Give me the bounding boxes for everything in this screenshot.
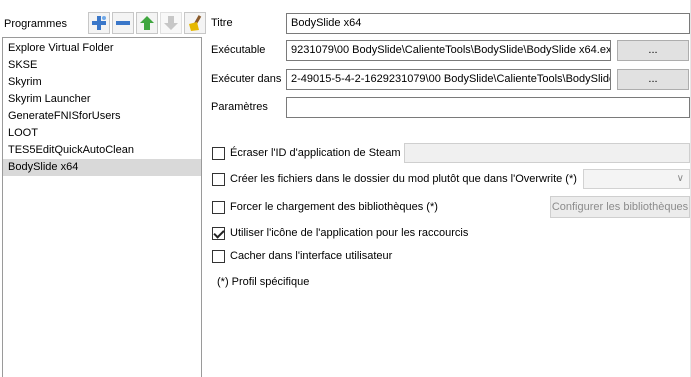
create-files-label: Créer les fichiers dans le dossier du mo… (230, 173, 577, 185)
use-icon-option[interactable]: Utiliser l'icône de l'application pour l… (212, 225, 468, 241)
move-up-icon (140, 16, 154, 30)
steam-id-checkbox[interactable] (212, 146, 225, 160)
list-item[interactable]: LOOT (3, 125, 201, 142)
configure-libraries-button[interactable]: Configurer les bibliothèques (550, 196, 690, 218)
list-item[interactable]: Skyrim (3, 74, 201, 91)
move-up-button[interactable] (136, 12, 158, 34)
list-item[interactable]: Skyrim Launcher (3, 91, 201, 108)
start-in-browse-button[interactable]: ... (617, 69, 689, 90)
use-icon-label: Utiliser l'icône de l'application pour l… (230, 227, 469, 239)
add-icon (92, 16, 106, 30)
list-item[interactable]: Explore Virtual Folder (3, 40, 201, 57)
list-item[interactable]: SKSE (3, 57, 201, 74)
profile-footnote: (*) Profil spécifique (217, 276, 310, 288)
executable-field[interactable]: 9231079\00 BodySlide\CalienteTools\BodyS… (286, 40, 611, 61)
executable-label: Exécutable (211, 44, 266, 56)
force-libs-option[interactable]: Forcer le chargement des bibliothèques (… (212, 199, 438, 215)
force-libs-checkbox[interactable] (212, 200, 225, 214)
add-program-button[interactable] (88, 12, 110, 34)
list-item-selected[interactable]: BodySlide x64 (3, 159, 201, 176)
steam-id-option[interactable]: Écraser l'ID d'application de Steam (212, 145, 401, 161)
start-in-field[interactable]: 2-49015-5-4-2-1629231079\00 BodySlide\Ca… (286, 69, 611, 90)
title-label: Titre (211, 17, 233, 29)
start-in-label: Exécuter dans (211, 73, 282, 85)
arguments-label: Paramètres (211, 101, 268, 113)
steam-id-field[interactable] (404, 143, 690, 163)
chevron-down-icon: ∨ (676, 173, 684, 184)
title-field[interactable]: BodySlide x64 (286, 13, 690, 34)
list-item[interactable]: TES5EditQuickAutoClean (3, 142, 201, 159)
hide-ui-option[interactable]: Cacher dans l'interface utilisateur (212, 248, 392, 264)
use-icon-checkbox[interactable] (212, 226, 225, 240)
create-files-checkbox[interactable] (212, 172, 225, 186)
list-item[interactable]: GenerateFNISforUsers (3, 108, 201, 125)
remove-icon (116, 21, 130, 25)
programs-toolbar (88, 12, 206, 34)
hide-ui-label: Cacher dans l'interface utilisateur (230, 250, 393, 262)
programs-list[interactable]: Explore Virtual Folder SKSE Skyrim Skyri… (2, 37, 202, 377)
executable-browse-button[interactable]: ... (617, 40, 689, 61)
steam-id-label: Écraser l'ID d'application de Steam (230, 147, 401, 159)
move-down-icon (164, 16, 178, 30)
move-down-button[interactable] (160, 12, 182, 34)
broom-icon (189, 15, 202, 31)
clean-button[interactable] (184, 12, 206, 34)
create-files-option[interactable]: Créer les fichiers dans le dossier du mo… (212, 171, 577, 187)
arguments-field[interactable] (286, 97, 690, 118)
overwrite-dropdown[interactable]: ∨ (583, 169, 690, 189)
hide-ui-checkbox[interactable] (212, 249, 225, 263)
force-libs-label: Forcer le chargement des bibliothèques (… (230, 201, 438, 213)
remove-program-button[interactable] (112, 12, 134, 34)
programs-label: Programmes (4, 18, 67, 30)
